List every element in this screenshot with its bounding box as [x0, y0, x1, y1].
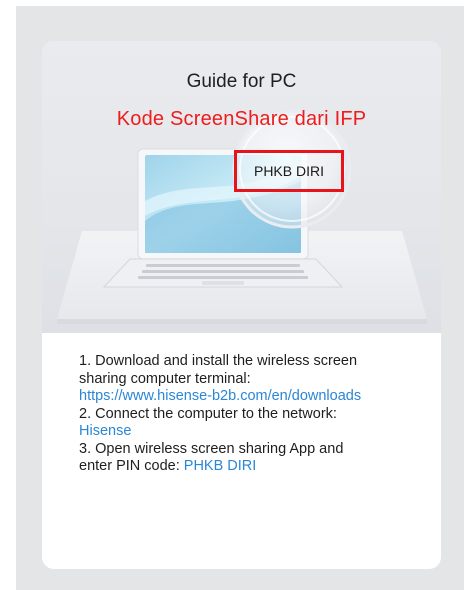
step-2-line-1: 2. Connect the computer to the network: — [79, 405, 337, 422]
step-3-line-2: enter PIN code: PHKB DIRI — [79, 458, 429, 476]
screenshare-code-caption: Kode ScreenShare dari IFP — [116, 108, 367, 130]
step-1-line-1: 1. Download and install the wireless scr… — [79, 353, 358, 369]
download-link[interactable]: https://www.hisense-b2b.com/en/downloads — [79, 388, 429, 406]
step-3-prefix: enter PIN code: — [79, 458, 184, 474]
network-name: Hisense — [79, 423, 132, 439]
pin-code-highlight-box: PHKB DIRI — [234, 150, 344, 192]
guide-card: Guide for PC Kode ScreenShare dari IFP P… — [42, 41, 441, 569]
guide-title: Guide for PC — [186, 71, 297, 92]
instructions-text: 1. Download and install the wireless scr… — [79, 353, 429, 476]
pin-code-display: PHKB DIRI — [253, 163, 324, 179]
step-1-line-2: sharing computer terminal: — [79, 370, 251, 387]
screen-background: Guide for PC Kode ScreenShare dari IFP P… — [16, 6, 464, 590]
step-3-line-1: 3. Open wireless screen sharing App and — [79, 440, 344, 457]
pin-code-inline: PHKB DIRI — [183, 458, 257, 474]
guide-illustration-panel: Guide for PC Kode ScreenShare dari IFP P… — [42, 41, 441, 333]
